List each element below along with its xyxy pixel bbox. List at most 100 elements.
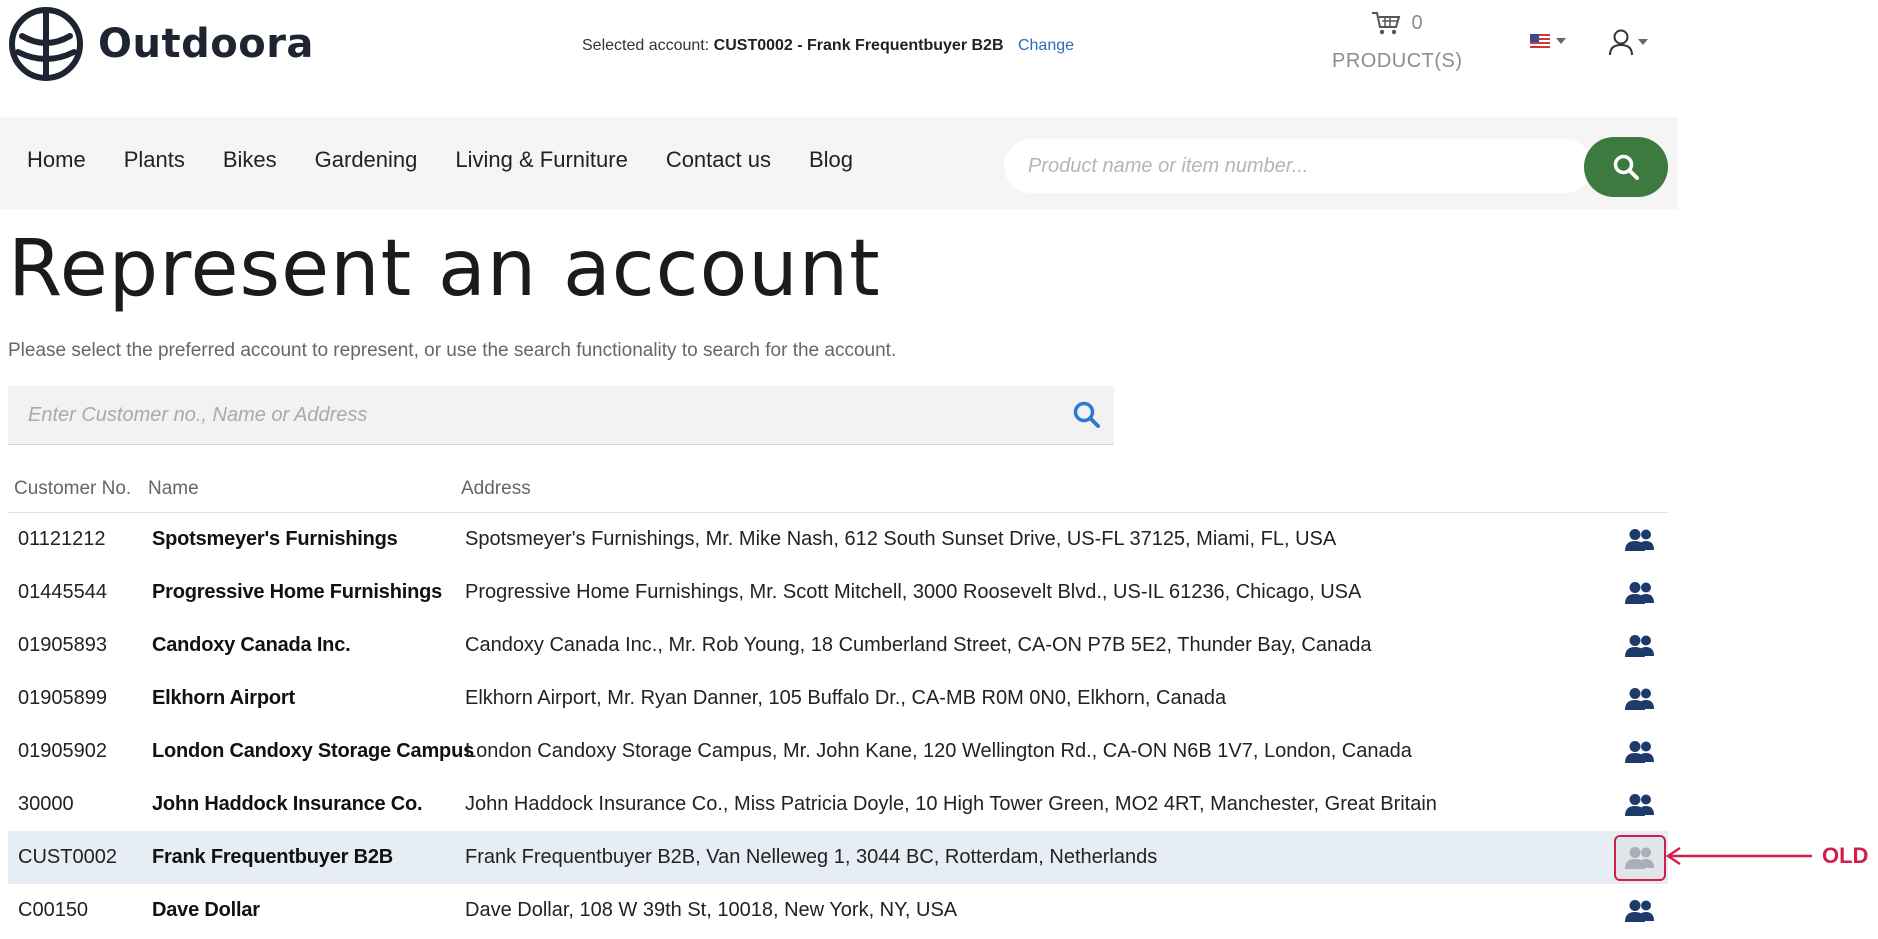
- change-account-link[interactable]: Change: [1018, 37, 1074, 54]
- customer-address-cell: Candoxy Canada Inc., Mr. Rob Young, 18 C…: [465, 634, 1372, 656]
- nav-item-bikes[interactable]: Bikes: [204, 147, 296, 173]
- intro-text: Please select the preferred account to r…: [8, 340, 897, 361]
- table-row[interactable]: CUST0002 Frank Frequentbuyer B2B Frank Fre…: [8, 831, 1668, 884]
- search-icon: [1613, 154, 1639, 180]
- customer-no-cell: 01445544: [18, 581, 107, 603]
- customer-name-cell: Spotsmeyer's Furnishings: [152, 528, 398, 550]
- represent-action-cell: [1612, 519, 1668, 561]
- users-icon: [1625, 793, 1654, 816]
- table-row[interactable]: 01905893 Candoxy Canada Inc. Candoxy Canad…: [8, 619, 1668, 672]
- customer-no-cell: 01121212: [18, 528, 106, 550]
- column-address: Address: [461, 478, 531, 499]
- account-search-input[interactable]: [8, 386, 1088, 444]
- nav-item-home[interactable]: Home: [8, 147, 105, 173]
- column-customer-no: Customer No.: [14, 478, 132, 499]
- annotation-old: OLD: [1664, 843, 1868, 869]
- accounts-table: Customer No. Name Address 01121212 Spotsm…: [8, 466, 1668, 937]
- represent-action-cell: [1612, 784, 1668, 826]
- customer-name-cell: London Candoxy Storage Campus: [152, 740, 475, 762]
- table-row[interactable]: 30000 John Haddock Insurance Co. John Hadd…: [8, 778, 1668, 831]
- represent-account-button[interactable]: [1616, 625, 1664, 667]
- nav-item-contact-us[interactable]: Contact us: [647, 147, 790, 173]
- represent-account-button[interactable]: [1616, 678, 1664, 720]
- represent-account-button[interactable]: [1616, 890, 1664, 932]
- customer-address-cell: Dave Dollar, 108 W 39th St, 10018, New Y…: [465, 899, 958, 921]
- customer-address-cell: John Haddock Insurance Co., Miss Patrici…: [465, 793, 1437, 815]
- table-body: 01121212 Spotsmeyer's Furnishings Spotsmey…: [8, 513, 1668, 937]
- represent-action-cell: [1612, 731, 1668, 773]
- nav-item-plants[interactable]: Plants: [105, 147, 204, 173]
- tree-logo-icon: [9, 7, 83, 81]
- cart-count: 0: [1411, 11, 1423, 34]
- customer-address-cell: London Candoxy Storage Campus, Mr. John …: [465, 740, 1412, 762]
- selected-account-label: Selected account:: [582, 37, 710, 54]
- table-row[interactable]: 01905899 Elkhorn Airport Elkhorn Airport, …: [8, 672, 1668, 725]
- customer-no-cell: 01905902: [18, 740, 107, 762]
- customer-address-cell: Spotsmeyer's Furnishings, Mr. Mike Nash,…: [465, 528, 1337, 550]
- selected-account-value: CUST0002 - Frank Frequentbuyer B2B: [713, 37, 1004, 54]
- selected-account-info: Selected account: CUST0002 - Frank Frequ…: [582, 37, 1074, 55]
- represent-action-cell: [1612, 678, 1668, 720]
- page-title: Represent an account: [8, 224, 881, 314]
- brand-logo[interactable]: Outdoora: [8, 6, 314, 82]
- users-icon: [1625, 581, 1654, 604]
- language-selector[interactable]: [1530, 34, 1566, 48]
- customer-no-cell: 01905893: [18, 634, 107, 656]
- us-flag-icon: [1530, 34, 1550, 48]
- represent-action-cell: [1612, 572, 1668, 614]
- users-icon: [1625, 687, 1654, 710]
- customer-address-cell: Elkhorn Airport, Mr. Ryan Danner, 105 Bu…: [465, 687, 1227, 709]
- mini-cart[interactable]: 0 PRODUCT(S): [1332, 10, 1462, 73]
- customer-no-cell: 01905899: [18, 687, 107, 709]
- customer-no-cell: CUST0002: [18, 846, 117, 868]
- nav-menu: Home Plants Bikes Gardening Living & Fur…: [8, 147, 872, 173]
- nav-item-living-furniture[interactable]: Living & Furniture: [436, 147, 646, 173]
- nav-item-blog[interactable]: Blog: [790, 147, 872, 173]
- users-icon: [1625, 899, 1654, 922]
- table-row[interactable]: 01121212 Spotsmeyer's Furnishings Spotsmey…: [8, 513, 1668, 566]
- customer-name-cell: Elkhorn Airport: [152, 687, 295, 709]
- brand-name: Outdoora: [98, 21, 314, 67]
- product-search-button[interactable]: [1584, 137, 1668, 197]
- user-icon: [1609, 29, 1633, 56]
- cart-label: PRODUCT(S): [1332, 50, 1463, 72]
- main-navigation: Home Plants Bikes Gardening Living & Fur…: [0, 117, 1678, 209]
- represent-account-button[interactable]: [1616, 572, 1664, 614]
- column-name: Name: [148, 478, 199, 499]
- represent-account-button[interactable]: [1616, 784, 1664, 826]
- customer-name-cell: John Haddock Insurance Co.: [152, 793, 423, 815]
- represent-account-button[interactable]: [1616, 731, 1664, 773]
- user-menu[interactable]: [1608, 28, 1648, 56]
- search-icon: [1073, 401, 1100, 428]
- account-search: [8, 386, 1114, 445]
- represent-account-button[interactable]: [1616, 519, 1664, 561]
- represent-action-cell: [1612, 890, 1668, 932]
- top-header: Outdoora Selected account: CUST0002 - Fr…: [0, 0, 1680, 110]
- chevron-down-icon: [1556, 38, 1566, 44]
- arrow-left-icon: [1665, 846, 1812, 866]
- cart-icon: [1372, 12, 1401, 35]
- users-icon: [1625, 634, 1654, 657]
- product-search: [1004, 137, 1668, 197]
- table-row[interactable]: 01445544 Progressive Home Furnishings Prog…: [8, 566, 1668, 619]
- users-icon: [1625, 528, 1654, 551]
- chevron-down-icon: [1638, 39, 1648, 45]
- customer-no-cell: C00150: [18, 899, 89, 921]
- represent-action-cell: [1612, 834, 1668, 881]
- users-icon: [1625, 740, 1654, 763]
- account-search-button[interactable]: [1072, 400, 1102, 435]
- customer-name-cell: Candoxy Canada Inc.: [152, 634, 351, 656]
- nav-item-gardening[interactable]: Gardening: [296, 147, 437, 173]
- represent-action-cell: [1612, 625, 1668, 667]
- customer-name-cell: Dave Dollar: [152, 899, 260, 921]
- table-row[interactable]: 01905902 London Candoxy Storage Campus Lon…: [8, 725, 1668, 778]
- customer-address-cell: Frank Frequentbuyer B2B, Van Nelleweg 1,…: [465, 846, 1158, 868]
- customer-name-cell: Frank Frequentbuyer B2B: [152, 846, 394, 868]
- users-icon: [1625, 846, 1654, 869]
- customer-address-cell: Progressive Home Furnishings, Mr. Scott …: [465, 581, 1362, 603]
- table-row[interactable]: C00150 Dave Dollar Dave Dollar, 108 W 39th…: [8, 884, 1668, 937]
- customer-no-cell: 30000: [18, 793, 74, 815]
- product-search-input[interactable]: [1004, 139, 1592, 193]
- represent-account-button[interactable]: [1614, 834, 1666, 881]
- table-header: Customer No. Name Address: [8, 466, 1668, 513]
